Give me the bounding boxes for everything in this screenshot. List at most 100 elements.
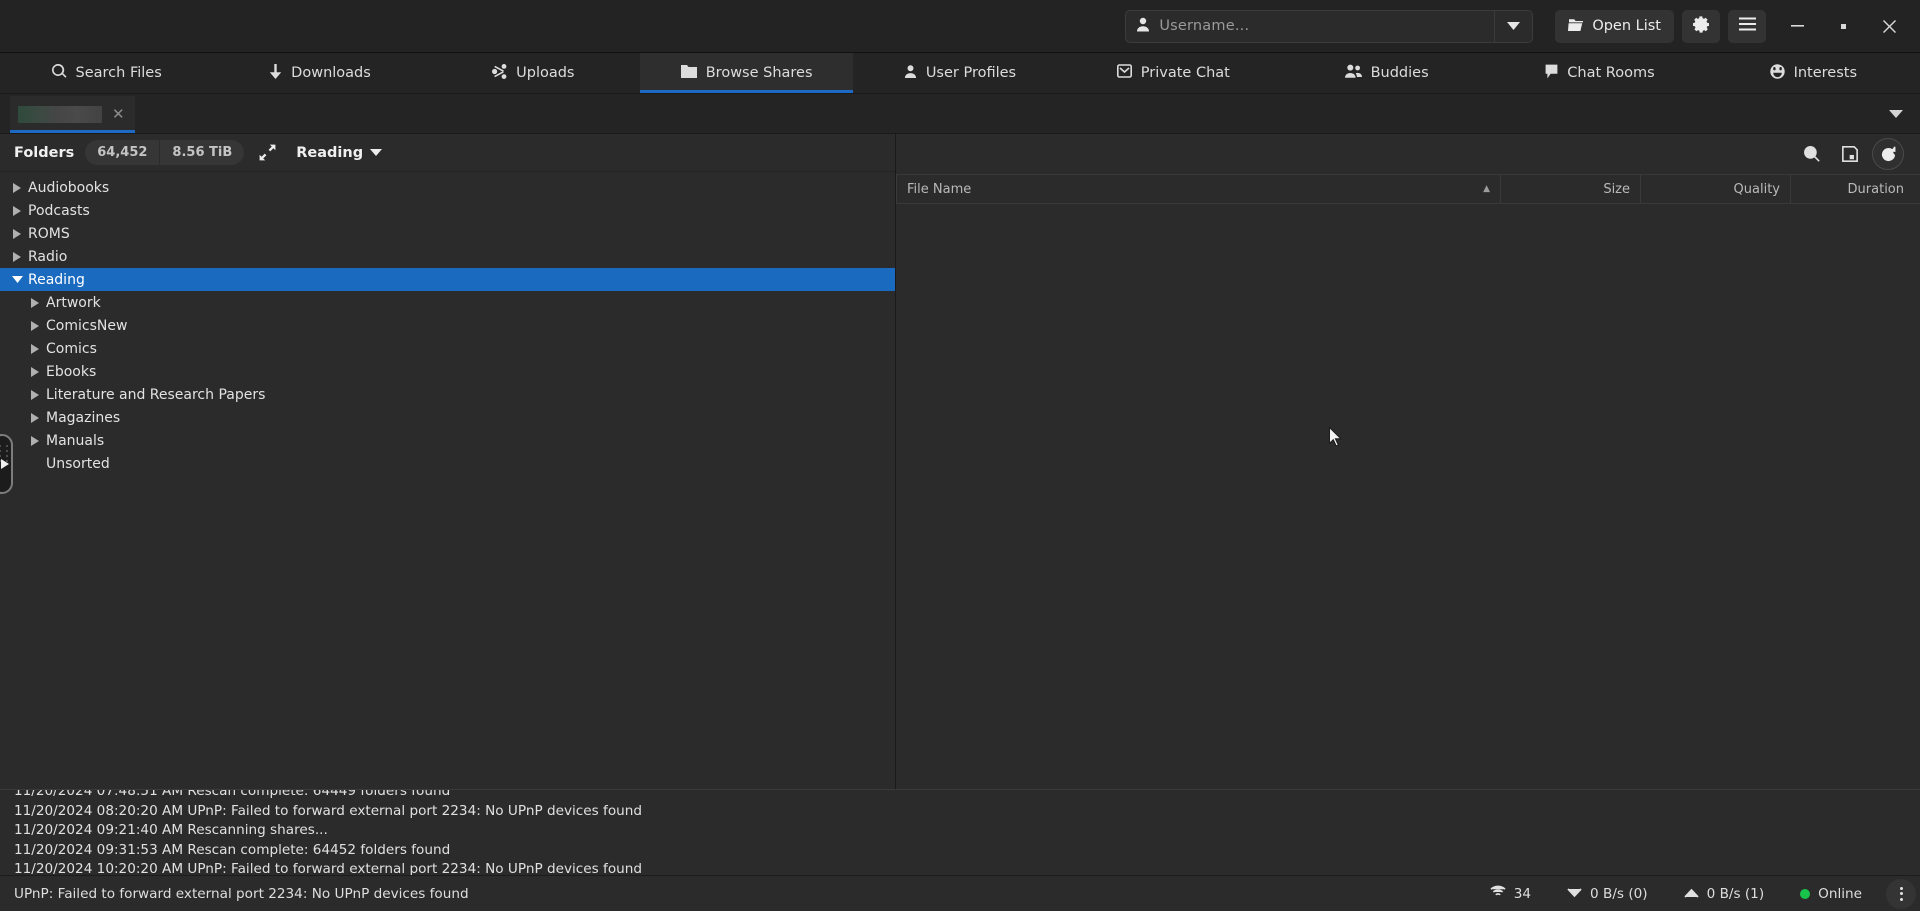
expander-expanded-icon[interactable] [6,276,28,283]
maximize-window-button[interactable] [1820,7,1866,45]
column-label: Duration [1847,181,1904,197]
username-history-dropdown[interactable] [1494,10,1532,42]
title-bar-actions: Open List [1555,7,1920,45]
close-window-button[interactable] [1866,7,1912,45]
status-upload-rate[interactable]: 0 B/s (1) [1666,886,1783,902]
expander-collapsed-icon[interactable] [6,228,28,239]
status-bar: UPnP: Failed to forward external port 22… [0,875,1920,911]
kebab-dot [1899,892,1903,895]
sub-tab-overflow-button[interactable] [1872,94,1920,133]
settings-button[interactable] [1682,9,1720,43]
expander-collapsed-icon[interactable] [24,366,46,377]
tab-label: Search Files [75,65,162,81]
expander-collapsed-icon[interactable] [24,389,46,400]
share-icon [492,63,507,83]
tab-uploads[interactable]: Uploads [427,53,640,93]
folders-stats: 64,452 8.56 TiB [85,140,245,165]
folder-size-badge: 8.56 TiB [159,140,244,165]
column-header-quality[interactable]: Quality [1640,175,1790,203]
breadcrumb[interactable]: Reading [296,145,383,161]
open-list-button[interactable]: Open List [1555,9,1674,43]
tab-buddies[interactable]: Buddies [1280,53,1493,93]
expander-collapsed-icon[interactable] [6,205,28,216]
tab-label: User Profiles [925,65,1017,81]
person-icon [904,64,917,83]
column-header-size[interactable]: Size [1500,175,1640,203]
expand-all-button[interactable] [255,144,279,161]
refresh-button[interactable] [1872,138,1904,170]
tab-chat-rooms[interactable]: Chat Rooms [1493,53,1706,93]
tree-row-label: Audiobooks [28,179,110,196]
expander-collapsed-icon[interactable] [24,412,46,423]
username-input[interactable]: Username... [1159,18,1249,34]
folder-tree[interactable]: Audiobooks Podcasts ROMS Radio Reading A… [0,172,895,789]
file-list-column-headers: File Name ▲ Size Quality Duration [896,174,1920,204]
status-download-rate[interactable]: 0 B/s (0) [1549,886,1666,902]
tree-row-label: ComicsNew [46,317,128,334]
person-icon [1136,17,1150,36]
tree-row-ebooks[interactable]: Ebooks [0,360,895,383]
expander-collapsed-icon[interactable] [6,251,28,262]
folder-icon [680,64,697,82]
status-menu-button[interactable] [1886,878,1916,909]
username-search-box[interactable]: Username... [1125,9,1534,43]
save-list-button[interactable] [1834,138,1866,170]
file-list[interactable] [896,204,1920,789]
tree-row-audiobooks[interactable]: Audiobooks [0,176,895,199]
column-label: Size [1603,181,1630,197]
tab-label: Chat Rooms [1567,65,1655,81]
tab-downloads[interactable]: Downloads [213,53,426,93]
tab-label: Interests [1793,65,1857,81]
side-panel-toggle-handle[interactable] [0,434,13,494]
expander-collapsed-icon[interactable] [24,297,46,308]
tab-label: Private Chat [1140,65,1230,81]
tree-row-label: Radio [28,248,68,265]
tree-row-label: Magazines [46,409,121,426]
status-connection[interactable]: Online [1782,886,1880,902]
sub-tab-label-redacted [18,106,102,123]
tab-browse-shares[interactable]: Browse Shares [639,53,854,93]
tab-search-files[interactable]: Search Files [0,53,213,93]
chevron-down-icon [1567,886,1582,902]
content-area: Folders 64,452 8.56 TiB Reading Audioboo… [0,134,1920,789]
tree-row-label: Literature and Research Papers [46,386,266,403]
username-input-wrap[interactable]: Username... [1126,11,1494,42]
file-search-button[interactable] [1796,138,1828,170]
tree-row-comics[interactable]: Comics [0,337,895,360]
log-line: 11/20/2024 07:48:51 AM Rescan complete: … [14,789,451,799]
tree-row-reading[interactable]: Reading [0,268,895,291]
hamburger-menu-icon [1738,17,1756,35]
tree-row-podcasts[interactable]: Podcasts [0,199,895,222]
tree-row-unsorted[interactable]: Unsorted [0,452,895,475]
peer-count-value: 34 [1513,885,1532,902]
chat-bubble-icon [1545,64,1558,83]
expander-collapsed-icon[interactable] [6,182,28,193]
envelope-icon [1116,64,1132,82]
close-icon[interactable]: ✕ [112,107,125,122]
tab-private-chat[interactable]: Private Chat [1067,53,1280,93]
tree-row-literature-and-research-papers[interactable]: Literature and Research Papers [0,383,895,406]
expander-collapsed-icon[interactable] [24,343,46,354]
tree-row-manuals[interactable]: Manuals [0,429,895,452]
column-header-file-name[interactable]: File Name ▲ [896,175,1500,203]
tree-row-comicsnew[interactable]: ComicsNew [0,314,895,337]
sub-tab-active-user[interactable]: ✕ [10,96,135,133]
tree-row-label: Unsorted [46,455,110,472]
tab-interests[interactable]: Interests [1707,53,1920,93]
log-line: 11/20/2024 10:20:20 AM UPnP: Failed to f… [14,861,642,875]
tree-row-label: Podcasts [28,202,90,219]
tab-user-profiles[interactable]: User Profiles [853,53,1066,93]
tree-row-radio[interactable]: Radio [0,245,895,268]
expander-collapsed-icon[interactable] [24,435,46,446]
tree-row-artwork[interactable]: Artwork [0,291,895,314]
column-header-duration[interactable]: Duration [1790,175,1920,203]
folder-count-badge: 64,452 [97,145,148,160]
minimize-window-button[interactable] [1774,7,1820,45]
tree-row-roms[interactable]: ROMS [0,222,895,245]
expander-collapsed-icon[interactable] [24,320,46,331]
log-pane[interactable]: 11/20/2024 07:48:51 AM Rescan complete: … [0,789,1920,875]
log-line: 11/20/2024 08:20:20 AM UPnP: Failed to f… [14,802,642,819]
main-menu-button[interactable] [1728,9,1766,43]
tree-row-magazines[interactable]: Magazines [0,406,895,429]
status-peer-count[interactable]: 34 [1472,885,1549,902]
